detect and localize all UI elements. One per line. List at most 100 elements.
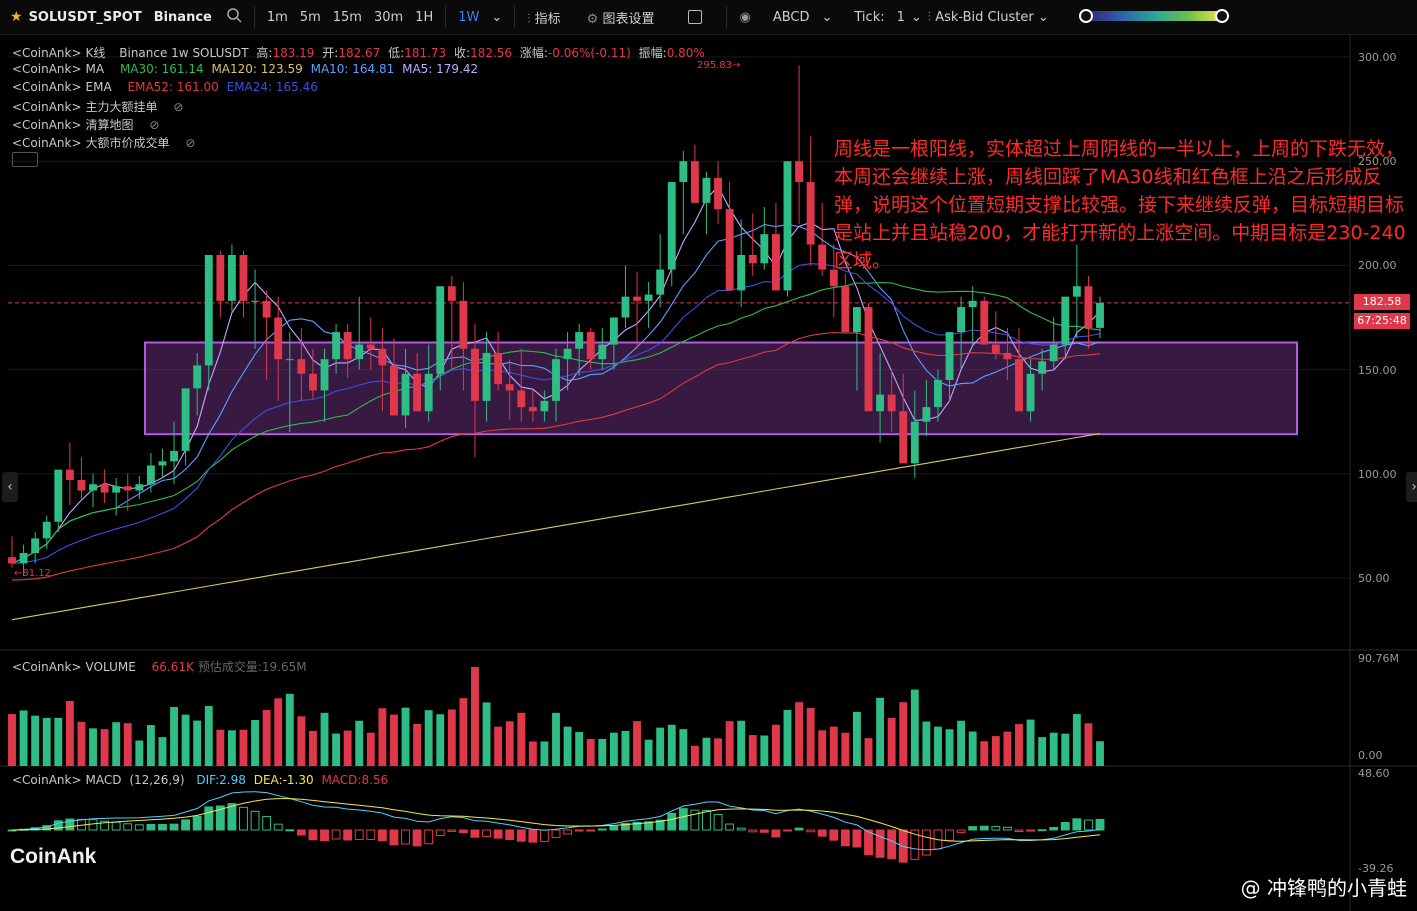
volume-bar: [633, 721, 641, 766]
hidden-eye-icon[interactable]: ⊘: [173, 100, 183, 114]
price-axis-label: 300.00: [1358, 51, 1397, 64]
volume-bar: [864, 738, 873, 766]
volume-bar: [528, 741, 537, 766]
chart-settings-button[interactable]: ⚙ 图表设置: [581, 8, 661, 27]
legend-macd-params: (12,26,9): [129, 773, 185, 787]
author-watermark: @ 冲锋鸭的小青蛙: [1240, 876, 1407, 900]
collapse-legend-button[interactable]: [12, 152, 38, 167]
favorite-star-icon[interactable]: ★: [10, 9, 23, 25]
price-axis-label: 200.00: [1358, 259, 1397, 272]
macd-histogram-bar: [945, 829, 954, 841]
candle-body: [748, 254, 757, 264]
macd-histogram-bar: [377, 829, 387, 842]
tick-value-select[interactable]: 1: [891, 10, 911, 25]
slider-right-handle[interactable]: [1215, 9, 1229, 23]
visibility-eye-icon[interactable]: ◉: [733, 10, 756, 25]
volume-bar: [204, 706, 213, 766]
macd-histogram-bar: [539, 829, 549, 842]
candle-body: [239, 254, 248, 301]
legend-liq-map-source: <CoinAnk>: [12, 118, 82, 132]
macd-histogram-bar: [609, 825, 619, 831]
search-icon[interactable]: [226, 7, 242, 27]
macd-axis-top: 48.60: [1358, 767, 1390, 780]
volume-bar: [8, 714, 16, 766]
slider-left-handle[interactable]: [1079, 9, 1093, 23]
macd-histogram-bar: [134, 824, 144, 831]
volume-axis-bottom: 0.00: [1358, 749, 1383, 762]
cluster-selector[interactable]: ⫶ Ask-Bid Cluster ⌄: [922, 10, 1055, 25]
volume-bar: [818, 730, 827, 766]
indicators-label: 指标: [534, 11, 561, 27]
candle-body: [1061, 296, 1070, 345]
volume-bar: [158, 737, 167, 766]
macd-histogram-bar: [574, 829, 584, 832]
hidden-eye-icon[interactable]: ⊘: [185, 136, 195, 150]
macd-histogram-bar: [852, 829, 862, 848]
interval-1h[interactable]: 1H: [409, 10, 439, 25]
candle-body: [621, 296, 630, 318]
macd-histogram-bar: [354, 829, 364, 841]
tick-dropdown-chevron-icon[interactable]: ⌄: [911, 10, 922, 25]
hidden-eye-icon[interactable]: ⊘: [149, 118, 159, 132]
volume-bar: [552, 712, 560, 766]
indicators-button[interactable]: ⫶ 指标: [521, 8, 566, 27]
volume-bar: [459, 698, 468, 766]
symbol-selector[interactable]: ★ SOLUSDT_SPOT Binance: [0, 7, 242, 27]
macd-histogram-bar: [239, 806, 248, 831]
ma120-line: [11, 433, 1101, 621]
interval-dropdown-chevron-icon[interactable]: ⌄: [485, 10, 508, 25]
candle-body: [1015, 359, 1023, 412]
macd-histogram-bar: [482, 829, 491, 837]
scroll-right-button[interactable]: ›: [1406, 472, 1417, 502]
volume-bar: [853, 711, 861, 766]
candle-body: [494, 352, 503, 385]
chart-area[interactable]: <CoinAnk> K线 Binance 1w SOLUSDT 高:183.19 …: [0, 35, 1417, 911]
abcd-pattern-button[interactable]: ABCD: [767, 10, 816, 25]
candle-body: [54, 469, 63, 522]
scroll-left-button[interactable]: ‹: [2, 472, 18, 502]
interval-15m[interactable]: 15m: [327, 10, 368, 25]
interval-5m[interactable]: 5m: [294, 10, 327, 25]
volume-bar: [899, 702, 908, 766]
volume-bar: [876, 697, 885, 766]
countdown-tag: 67:25:48: [1354, 313, 1410, 329]
macd-histogram-bar: [979, 825, 989, 831]
tick-label: Tick:: [854, 9, 885, 25]
abcd-dropdown-chevron-icon[interactable]: ⌄: [815, 10, 838, 25]
interval-1w[interactable]: 1W: [452, 10, 485, 25]
volume-bar: [112, 722, 121, 766]
candle-body: [100, 484, 109, 493]
macd-histogram-bar: [308, 829, 318, 841]
candle-body: [227, 254, 236, 301]
candle-body: [31, 538, 40, 553]
fullscreen-button[interactable]: [682, 10, 708, 25]
volume-bar: [31, 715, 40, 766]
volume-bar: [355, 720, 364, 766]
candle-body: [644, 294, 653, 301]
volume-bar: [1061, 733, 1070, 766]
candle-body: [204, 254, 213, 366]
volume-bar: [54, 717, 63, 766]
legend-change: -0.06%(-0.11): [547, 46, 631, 60]
candle-body: [274, 317, 283, 360]
price-axis-label: 100.00: [1358, 468, 1397, 481]
interval-30m[interactable]: 30m: [368, 10, 409, 25]
cluster-chevron-icon: ⌄: [1037, 9, 1049, 25]
volume-bar: [239, 729, 248, 766]
candle-body: [910, 421, 919, 464]
candle-body: [945, 332, 954, 381]
legend-ma5: MA5: 179.42: [402, 62, 479, 76]
candle-body: [563, 348, 572, 360]
support-zone-box: [144, 341, 1298, 436]
volume-bar: [945, 729, 954, 766]
macd-histogram-bar: [516, 829, 526, 842]
top-toolbar: ★ SOLUSDT_SPOT Binance 1m 5m 15m 30m 1H …: [0, 0, 1417, 35]
volume-bar: [274, 698, 283, 766]
candle-body: [170, 450, 178, 462]
support-box-layer: [144, 341, 1298, 436]
interval-1m[interactable]: 1m: [261, 10, 294, 25]
heatmap-range-slider[interactable]: [1079, 9, 1229, 23]
volume-bar: [123, 723, 132, 766]
legend-ema24: EMA24: 165.46: [226, 80, 318, 94]
candle-body: [216, 254, 225, 301]
